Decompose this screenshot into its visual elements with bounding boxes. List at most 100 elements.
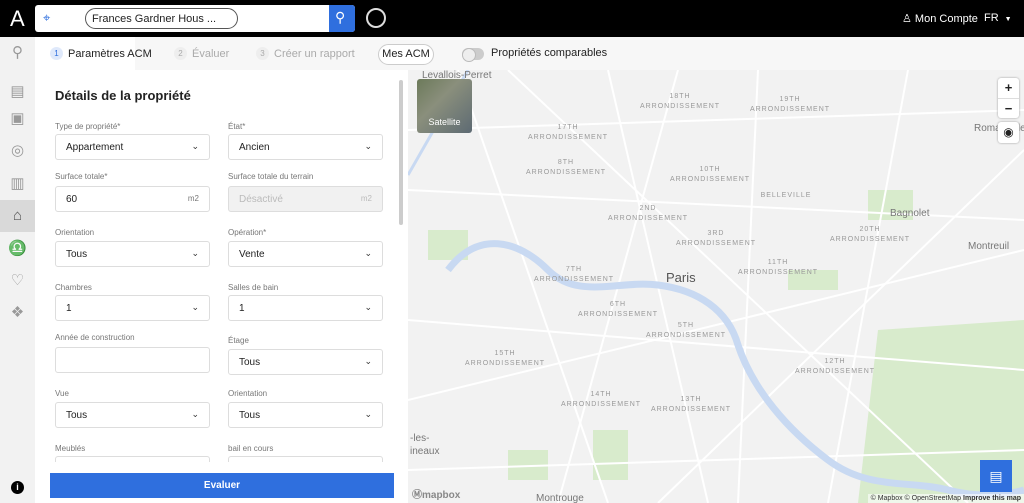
sidebar: ⚲ ▤ ▣ ◎ ▥ ⌂ ♎ ♡ ❖ <box>0 37 35 503</box>
orientation2-select[interactable]: Tous ⌄ <box>228 402 383 428</box>
valuation-icon[interactable]: ▣ <box>8 109 27 128</box>
attribution-text[interactable]: © Mapbox © OpenStreetMap <box>871 495 961 502</box>
home-icon[interactable]: ⌂ <box>0 200 35 232</box>
etat-select[interactable]: Ancien ⌄ <box>228 134 383 160</box>
tab-label: Paramètres ACM <box>68 47 152 60</box>
top-bar: A ⌖ Frances Gardner Hous ... ⚲ ♙ Mon Com… <box>0 0 1024 37</box>
district-label: 15TH ARRONDISSEMENT <box>465 349 545 369</box>
district-word: ARRONDISSEMENT <box>560 401 642 408</box>
tab-creer-rapport[interactable]: 3 Créer un rapport <box>256 47 355 60</box>
chevron-down-icon: ⌄ <box>364 141 372 151</box>
mes-acm-button[interactable]: Mes ACM <box>378 44 434 65</box>
step-number: 2 <box>174 47 187 60</box>
input-placeholder: Désactivé <box>239 194 283 205</box>
caret-down-icon: ▼ <box>1004 16 1012 23</box>
map[interactable]: Levallois-Perret Romainville Bagnolet Mo… <box>408 70 1024 503</box>
satellite-toggle[interactable]: Satellite <box>417 79 472 133</box>
district-number: 11TH <box>767 259 789 266</box>
search-button[interactable]: ⚲ <box>329 5 355 32</box>
operation-select[interactable]: Vente ⌄ <box>228 241 383 267</box>
chat-icon[interactable]: ▤ <box>980 460 1012 492</box>
district-number: 10TH <box>699 166 721 173</box>
property-form: Détails de la propriété Type de propriét… <box>35 70 408 462</box>
district-number: 6TH <box>609 301 627 308</box>
place-label: -les- ineaux <box>410 433 440 457</box>
language-select[interactable]: FR ▼ <box>984 12 1012 24</box>
district-label: 19TH ARRONDISSEMENT <box>750 95 830 115</box>
account-menu[interactable]: ♙ Mon Compte <box>902 12 978 25</box>
chevron-down-icon: ⌄ <box>191 302 199 312</box>
field-label: Orientation <box>55 228 95 237</box>
search-icon: ⚲ <box>335 9 346 25</box>
building-search-icon[interactable]: ▤ <box>8 82 27 101</box>
district-label: 18TH ARRONDISSEMENT <box>640 92 720 112</box>
chambres-select[interactable]: 1 ⌄ <box>55 295 210 321</box>
account-label: Mon Compte <box>914 13 978 25</box>
etage-select[interactable]: Tous ⌄ <box>228 349 383 375</box>
market-analysis-icon[interactable]: ◎ <box>8 141 27 160</box>
annee-input[interactable] <box>55 347 210 373</box>
geolocate-icon[interactable]: ◉ <box>998 122 1019 143</box>
select-value: Tous <box>66 249 88 260</box>
district-label: 13TH ARRONDISSEMENT <box>651 395 731 415</box>
vue-select[interactable]: Tous ⌄ <box>55 402 210 428</box>
info-icon[interactable]: i <box>11 481 24 494</box>
zoom-in-button[interactable]: + <box>998 78 1019 98</box>
district-word: ARRONDISSEMENT <box>464 360 546 367</box>
tab-evaluer[interactable]: 2 Évaluer <box>174 47 229 60</box>
place-label: Bagnolet <box>890 208 930 219</box>
comparables-toggle[interactable] <box>462 48 484 62</box>
field-label: Année de construction <box>55 333 135 342</box>
district-word: ARRONDISSEMENT <box>607 215 689 222</box>
mapbox-wordmark: mapbox <box>422 490 461 501</box>
evaluer-button[interactable]: Evaluer <box>50 473 394 498</box>
zoom-controls: + − <box>998 78 1019 118</box>
form-scrollbar[interactable] <box>399 80 403 225</box>
district-word: ARRONDISSEMENT <box>749 106 831 113</box>
property-type-select[interactable]: Appartement ⌄ <box>55 134 210 160</box>
field-label: Meublés <box>55 444 86 453</box>
district-label: 6TH ARRONDISSEMENT <box>578 300 658 320</box>
search-icon[interactable]: ⚲ <box>8 43 27 62</box>
chevron-down-icon: ⌄ <box>191 141 199 151</box>
tab-label: Créer un rapport <box>274 47 355 60</box>
refresh-icon[interactable] <box>366 8 386 28</box>
field-label: Vue <box>55 389 69 398</box>
improve-map-link[interactable]: Improve this map <box>963 495 1021 502</box>
step-number: 3 <box>256 47 269 60</box>
district-label: 10TH ARRONDISSEMENT <box>670 165 750 185</box>
select-value: Appartement <box>66 142 124 153</box>
field-label: Salles de bain <box>228 283 279 292</box>
district-word: ARRONDISSEMENT <box>527 134 609 141</box>
place-label: Montrouge <box>536 493 584 503</box>
surface-input[interactable]: 60 m2 <box>55 186 210 212</box>
chevron-down-icon: ⌄ <box>364 409 372 419</box>
chart-icon[interactable]: ▥ <box>8 174 27 193</box>
select-value: Ancien <box>239 142 270 153</box>
chevron-down-icon: ⌄ <box>364 302 372 312</box>
district-word: ARRONDISSEMENT <box>794 368 876 375</box>
zoom-out-button[interactable]: − <box>998 98 1019 118</box>
mapbox-logo[interactable]: Ⓜmapbox <box>412 486 460 501</box>
salles-select[interactable]: 1 ⌄ <box>228 295 383 321</box>
district-label: 14TH ARRONDISSEMENT <box>561 390 641 410</box>
district-label: 17TH ARRONDISSEMENT <box>528 123 608 143</box>
district-number: 14TH <box>590 391 612 398</box>
orientation-select[interactable]: Tous ⌄ <box>55 241 210 267</box>
field-label: Type de propriété* <box>55 122 121 131</box>
handshake-icon[interactable]: ❖ <box>8 303 27 322</box>
chevron-down-icon: ⌄ <box>191 248 199 258</box>
district-number: 12TH <box>824 358 846 365</box>
tab-parametres-acm[interactable]: 1 Paramètres ACM <box>50 47 152 60</box>
chevron-down-icon: ⌄ <box>191 409 199 419</box>
app-logo[interactable]: A <box>10 6 25 32</box>
search-input[interactable]: Frances Gardner Hous ... <box>85 8 238 29</box>
place-label: Montreuil <box>968 241 1010 252</box>
heart-icon[interactable]: ♡ <box>8 271 27 290</box>
chevron-down-icon: ⌄ <box>364 356 372 366</box>
district-label: 2ND ARRONDISSEMENT <box>608 204 688 224</box>
map-attribution: © Mapbox © OpenStreetMap Improve this ma… <box>867 494 1024 503</box>
bell-icon[interactable]: ♎ <box>8 239 27 258</box>
field-label: bail en cours <box>228 444 274 453</box>
terrain-input: Désactivé m2 <box>228 186 383 212</box>
